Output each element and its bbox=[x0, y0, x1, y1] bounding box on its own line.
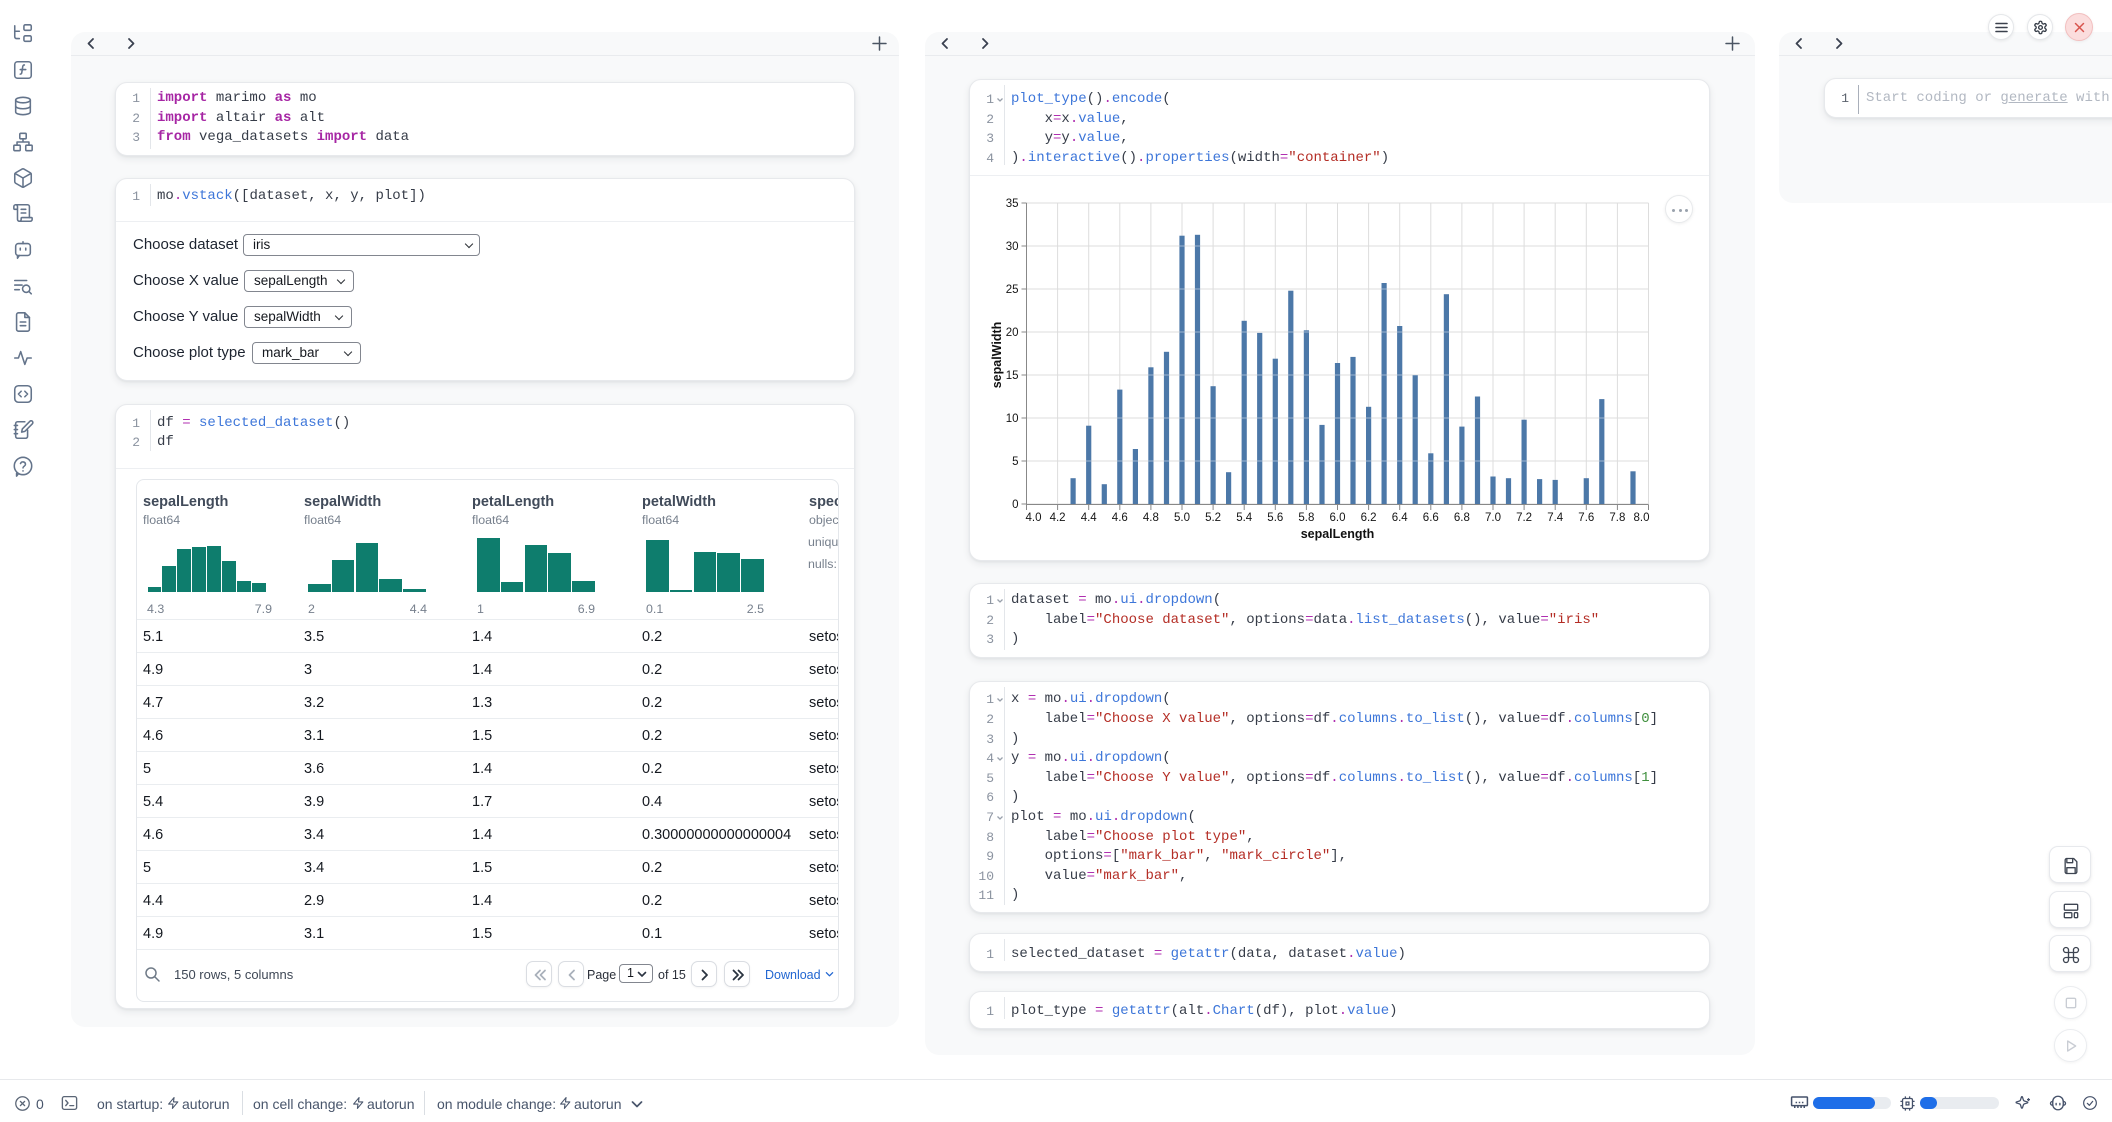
svg-text:5: 5 bbox=[1012, 456, 1018, 468]
svg-text:4.2: 4.2 bbox=[1050, 512, 1066, 524]
svg-text:6.2: 6.2 bbox=[1361, 512, 1377, 524]
svg-text:25: 25 bbox=[1006, 284, 1019, 296]
svg-text:5.6: 5.6 bbox=[1267, 512, 1283, 524]
svg-text:8.0: 8.0 bbox=[1634, 512, 1650, 524]
svg-text:6.4: 6.4 bbox=[1392, 512, 1409, 524]
svg-text:4.8: 4.8 bbox=[1143, 512, 1159, 524]
svg-text:4.0: 4.0 bbox=[1026, 512, 1042, 524]
svg-text:15: 15 bbox=[1006, 370, 1019, 382]
svg-text:6.6: 6.6 bbox=[1423, 512, 1439, 524]
svg-text:20: 20 bbox=[1006, 327, 1019, 339]
svg-text:10: 10 bbox=[1006, 413, 1019, 425]
svg-text:7.6: 7.6 bbox=[1578, 512, 1594, 524]
svg-text:30: 30 bbox=[1006, 241, 1019, 253]
svg-text:4.4: 4.4 bbox=[1081, 512, 1098, 524]
svg-text:7.0: 7.0 bbox=[1485, 512, 1501, 524]
svg-text:7.8: 7.8 bbox=[1609, 512, 1625, 524]
svg-text:7.4: 7.4 bbox=[1547, 512, 1564, 524]
svg-text:6.0: 6.0 bbox=[1330, 512, 1346, 524]
svg-text:5.2: 5.2 bbox=[1205, 512, 1221, 524]
svg-text:35: 35 bbox=[1006, 198, 1019, 210]
svg-text:5.0: 5.0 bbox=[1174, 512, 1190, 524]
svg-text:5.4: 5.4 bbox=[1236, 512, 1253, 524]
svg-text:4.6: 4.6 bbox=[1112, 512, 1128, 524]
svg-text:7.2: 7.2 bbox=[1516, 512, 1532, 524]
svg-text:6.8: 6.8 bbox=[1454, 512, 1470, 524]
svg-text:sepalLength: sepalLength bbox=[1301, 527, 1375, 541]
svg-text:sepalWidth: sepalWidth bbox=[990, 322, 1004, 389]
svg-text:0: 0 bbox=[1012, 499, 1018, 511]
svg-text:5.8: 5.8 bbox=[1298, 512, 1314, 524]
